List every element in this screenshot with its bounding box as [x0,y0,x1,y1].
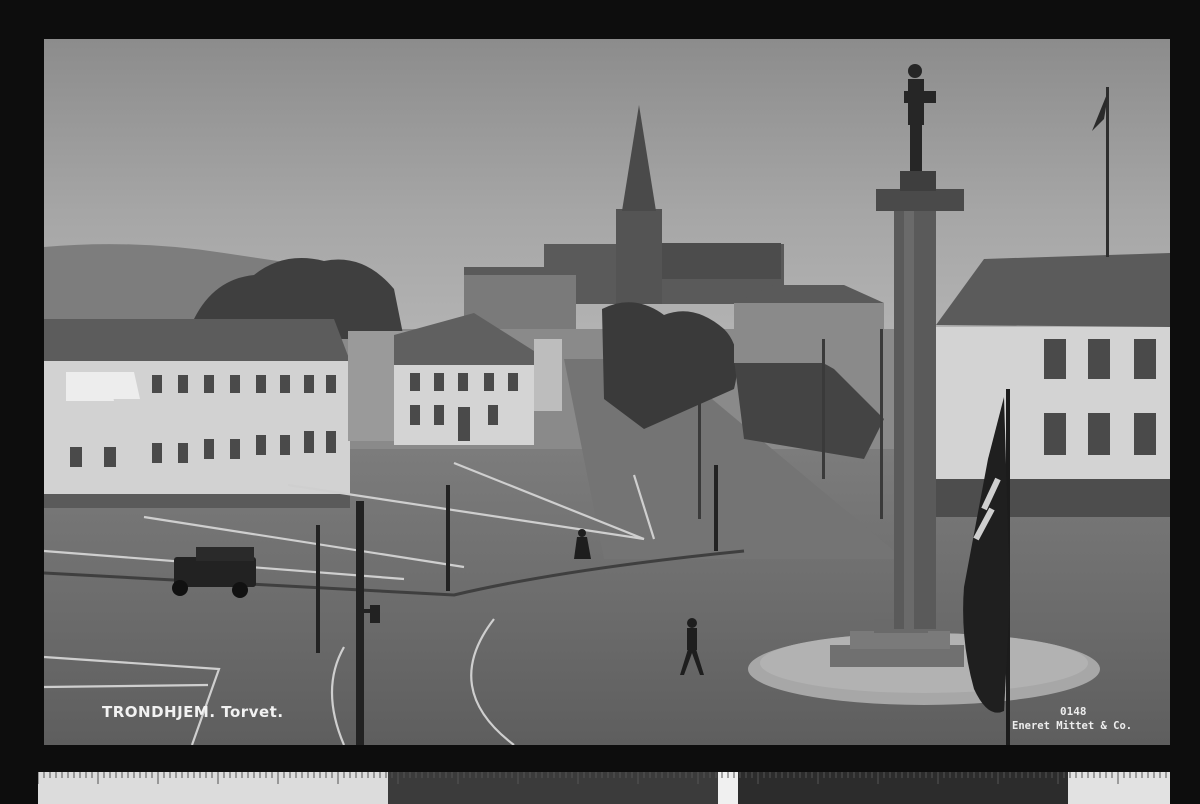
publisher-imprint: Eneret Mittet & Co. [1012,720,1133,732]
archive-scan-frame: TRONDHJEM. Torvet. 0148 Eneret Mittet & … [0,0,1200,804]
postcard-photo: TRONDHJEM. Torvet. 0148 Eneret Mittet & … [44,39,1170,745]
plate-number: 0148 [1060,705,1087,718]
scale-ruler-icon [38,772,1170,804]
middle-building [348,313,562,445]
right-building [936,253,1170,517]
left-building [44,319,350,508]
town-square-scene [44,39,1170,745]
ruler-graphic [38,772,1170,804]
postcard-caption: TRONDHJEM. Torvet. [102,703,284,721]
right-background-buildings [734,285,884,363]
